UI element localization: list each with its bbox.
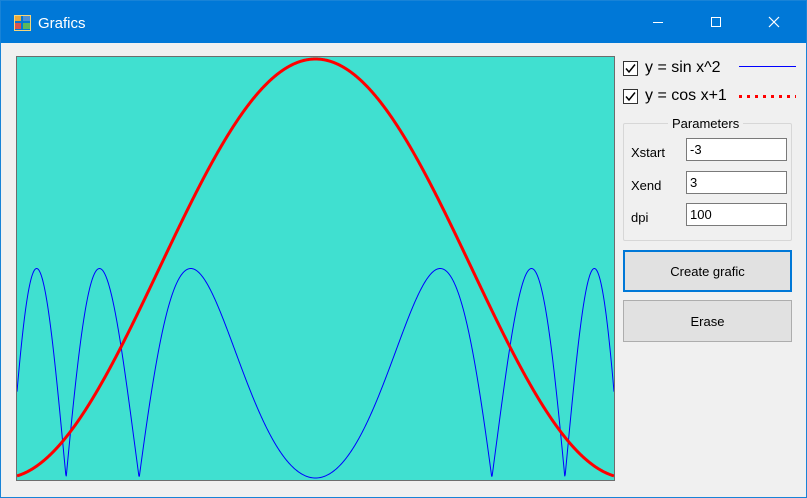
sin-checkbox-label: y = sin x^2 <box>645 59 721 76</box>
cos-checkbox-row[interactable]: y = cos x+1 <box>623 85 727 107</box>
xstart-label: Xstart <box>631 145 665 160</box>
sin-checkbox[interactable] <box>623 60 638 76</box>
erase-button[interactable]: Erase <box>623 300 792 342</box>
main-window: Grafics y = sin x^2 y = cos x+1 Paramete… <box>0 0 807 498</box>
cos-checkbox-label: y = cos x+1 <box>645 87 727 104</box>
parameters-group-title: Parameters <box>668 116 744 131</box>
window-title: Grafics <box>38 15 86 32</box>
xstart-input[interactable] <box>686 138 787 161</box>
maximize-icon <box>711 17 721 27</box>
graph-canvas <box>16 56 615 481</box>
close-icon <box>768 16 780 28</box>
dpi-input[interactable] <box>686 203 787 226</box>
sin-checkbox-row[interactable]: y = sin x^2 <box>623 57 721 79</box>
close-button[interactable] <box>745 1 803 43</box>
cos-checkbox[interactable] <box>623 88 638 104</box>
xend-input[interactable] <box>686 171 787 194</box>
checkmark-icon <box>625 63 636 73</box>
windows-forms-icon <box>14 15 31 31</box>
minimize-icon <box>653 22 663 23</box>
dpi-label: dpi <box>631 210 649 225</box>
title-bar[interactable]: Grafics <box>1 1 806 43</box>
create-grafic-button[interactable]: Create grafic <box>623 250 792 292</box>
checkmark-icon <box>625 91 636 101</box>
minimize-button[interactable] <box>629 1 687 43</box>
cos-x-plus-1-curve <box>17 57 614 478</box>
graph-svg <box>17 57 614 479</box>
sin-legend-line <box>739 66 796 67</box>
parameters-group: Parameters Xstart Xend dpi <box>623 116 792 241</box>
xend-label: Xend <box>631 178 662 193</box>
maximize-button[interactable] <box>687 1 745 43</box>
cos-legend-line <box>739 95 796 98</box>
